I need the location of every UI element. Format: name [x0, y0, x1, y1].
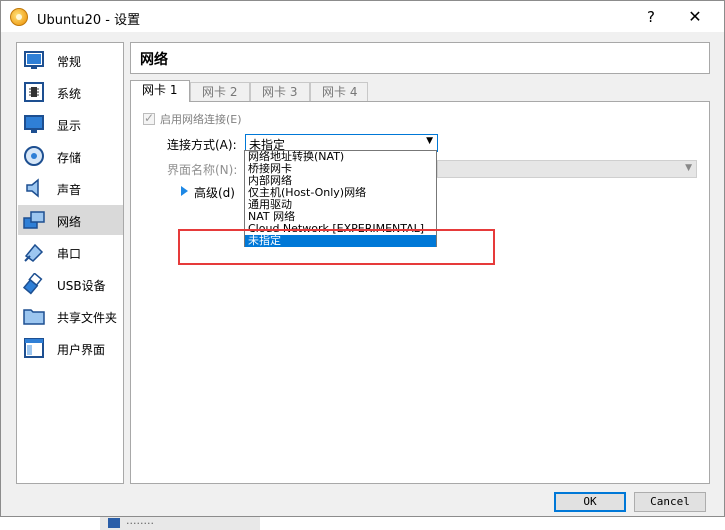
sidebar-item-label: 串口: [57, 247, 82, 261]
chevron-down-icon: ▼: [426, 136, 433, 146]
window-title: Ubuntu20 - 设置: [37, 13, 141, 28]
dropdown-option-host-only[interactable]: 仅主机(Host-Only)网络: [245, 187, 436, 199]
background-icon: [108, 518, 120, 528]
sidebar-item-storage[interactable]: 存储: [18, 141, 123, 171]
sidebar-item-general[interactable]: 常规: [18, 45, 123, 75]
interface-name-label: 界面名称(N):: [167, 163, 238, 177]
sidebar-item-label: 网络: [57, 215, 82, 229]
sidebar-item-label: 用户界面: [57, 343, 106, 357]
enable-network-checkbox[interactable]: [143, 111, 155, 125]
dropdown-option-nat-network[interactable]: NAT 网络: [245, 211, 436, 223]
advanced-toggle[interactable]: 高级(d): [194, 184, 235, 201]
enable-network-label: 启用网络连接(E): [160, 113, 242, 126]
ok-button[interactable]: OK: [554, 492, 626, 512]
tab-adapter-3[interactable]: 网卡 3: [250, 82, 310, 101]
sidebar-item-user-interface[interactable]: 用户界面: [18, 333, 123, 363]
usb-icon: [23, 273, 43, 295]
sidebar-item-label: 声音: [57, 183, 82, 197]
title-bar: Ubuntu20 - 设置 ? ✕: [1, 1, 724, 32]
storage-icon: [24, 146, 44, 166]
sidebar-item-serial-port[interactable]: 串口: [18, 237, 123, 267]
network-icon: [23, 211, 45, 229]
sidebar-item-system[interactable]: 系统: [18, 77, 123, 107]
display-icon: [24, 115, 44, 133]
tab-adapter-2[interactable]: 网卡 2: [190, 82, 250, 101]
shared-folder-icon: [23, 309, 45, 325]
interface-name-select[interactable]: ▼: [437, 160, 697, 178]
cancel-button[interactable]: Cancel: [634, 492, 706, 512]
sidebar-item-audio[interactable]: 声音: [18, 173, 123, 203]
serial-port-icon: [24, 243, 44, 262]
background-window-strip: ........: [100, 514, 260, 530]
dropdown-option-bridged[interactable]: 桥接网卡: [245, 163, 436, 175]
close-button[interactable]: ✕: [683, 6, 707, 28]
dropdown-option-generic[interactable]: 通用驱动: [245, 199, 436, 211]
annotation-highlight-box: [178, 229, 495, 265]
sidebar-item-label: 存储: [57, 151, 82, 165]
attached-to-label: 连接方式(A):: [167, 138, 237, 152]
sidebar-item-display[interactable]: 显示: [18, 109, 123, 139]
sidebar-item-network[interactable]: 网络: [18, 205, 123, 235]
sidebar-item-label: 共享文件夹: [57, 311, 118, 325]
dropdown-option-nat[interactable]: 网络地址转换(NAT): [245, 151, 436, 163]
expand-arrow-icon[interactable]: [181, 186, 188, 196]
sidebar-item-label: 系统: [57, 87, 82, 101]
section-header: 网络: [130, 42, 710, 74]
virtualbox-app-icon: [10, 8, 28, 26]
sidebar-item-label: USB设备: [57, 279, 106, 293]
general-icon: [24, 51, 44, 69]
chevron-down-icon: ▼: [685, 163, 692, 173]
help-button[interactable]: ?: [639, 6, 663, 28]
sidebar-item-usb[interactable]: USB设备: [18, 269, 123, 299]
page-title: 网络: [140, 52, 168, 68]
sidebar-item-label: 显示: [57, 119, 82, 133]
tab-adapter-1[interactable]: 网卡 1: [130, 80, 190, 102]
sidebar-item-label: 常规: [57, 55, 82, 69]
sidebar-item-shared-folders[interactable]: 共享文件夹: [18, 301, 123, 331]
audio-icon: [26, 178, 39, 198]
system-icon: [24, 82, 44, 102]
user-interface-icon: [24, 338, 44, 358]
dropdown-option-internal[interactable]: 内部网络: [245, 175, 436, 187]
settings-sidebar: 常规 系统 显示 存储 声音 网络 串口 USB设备 共享文件夹 用户界面: [16, 42, 124, 484]
tab-adapter-4[interactable]: 网卡 4: [310, 82, 368, 101]
